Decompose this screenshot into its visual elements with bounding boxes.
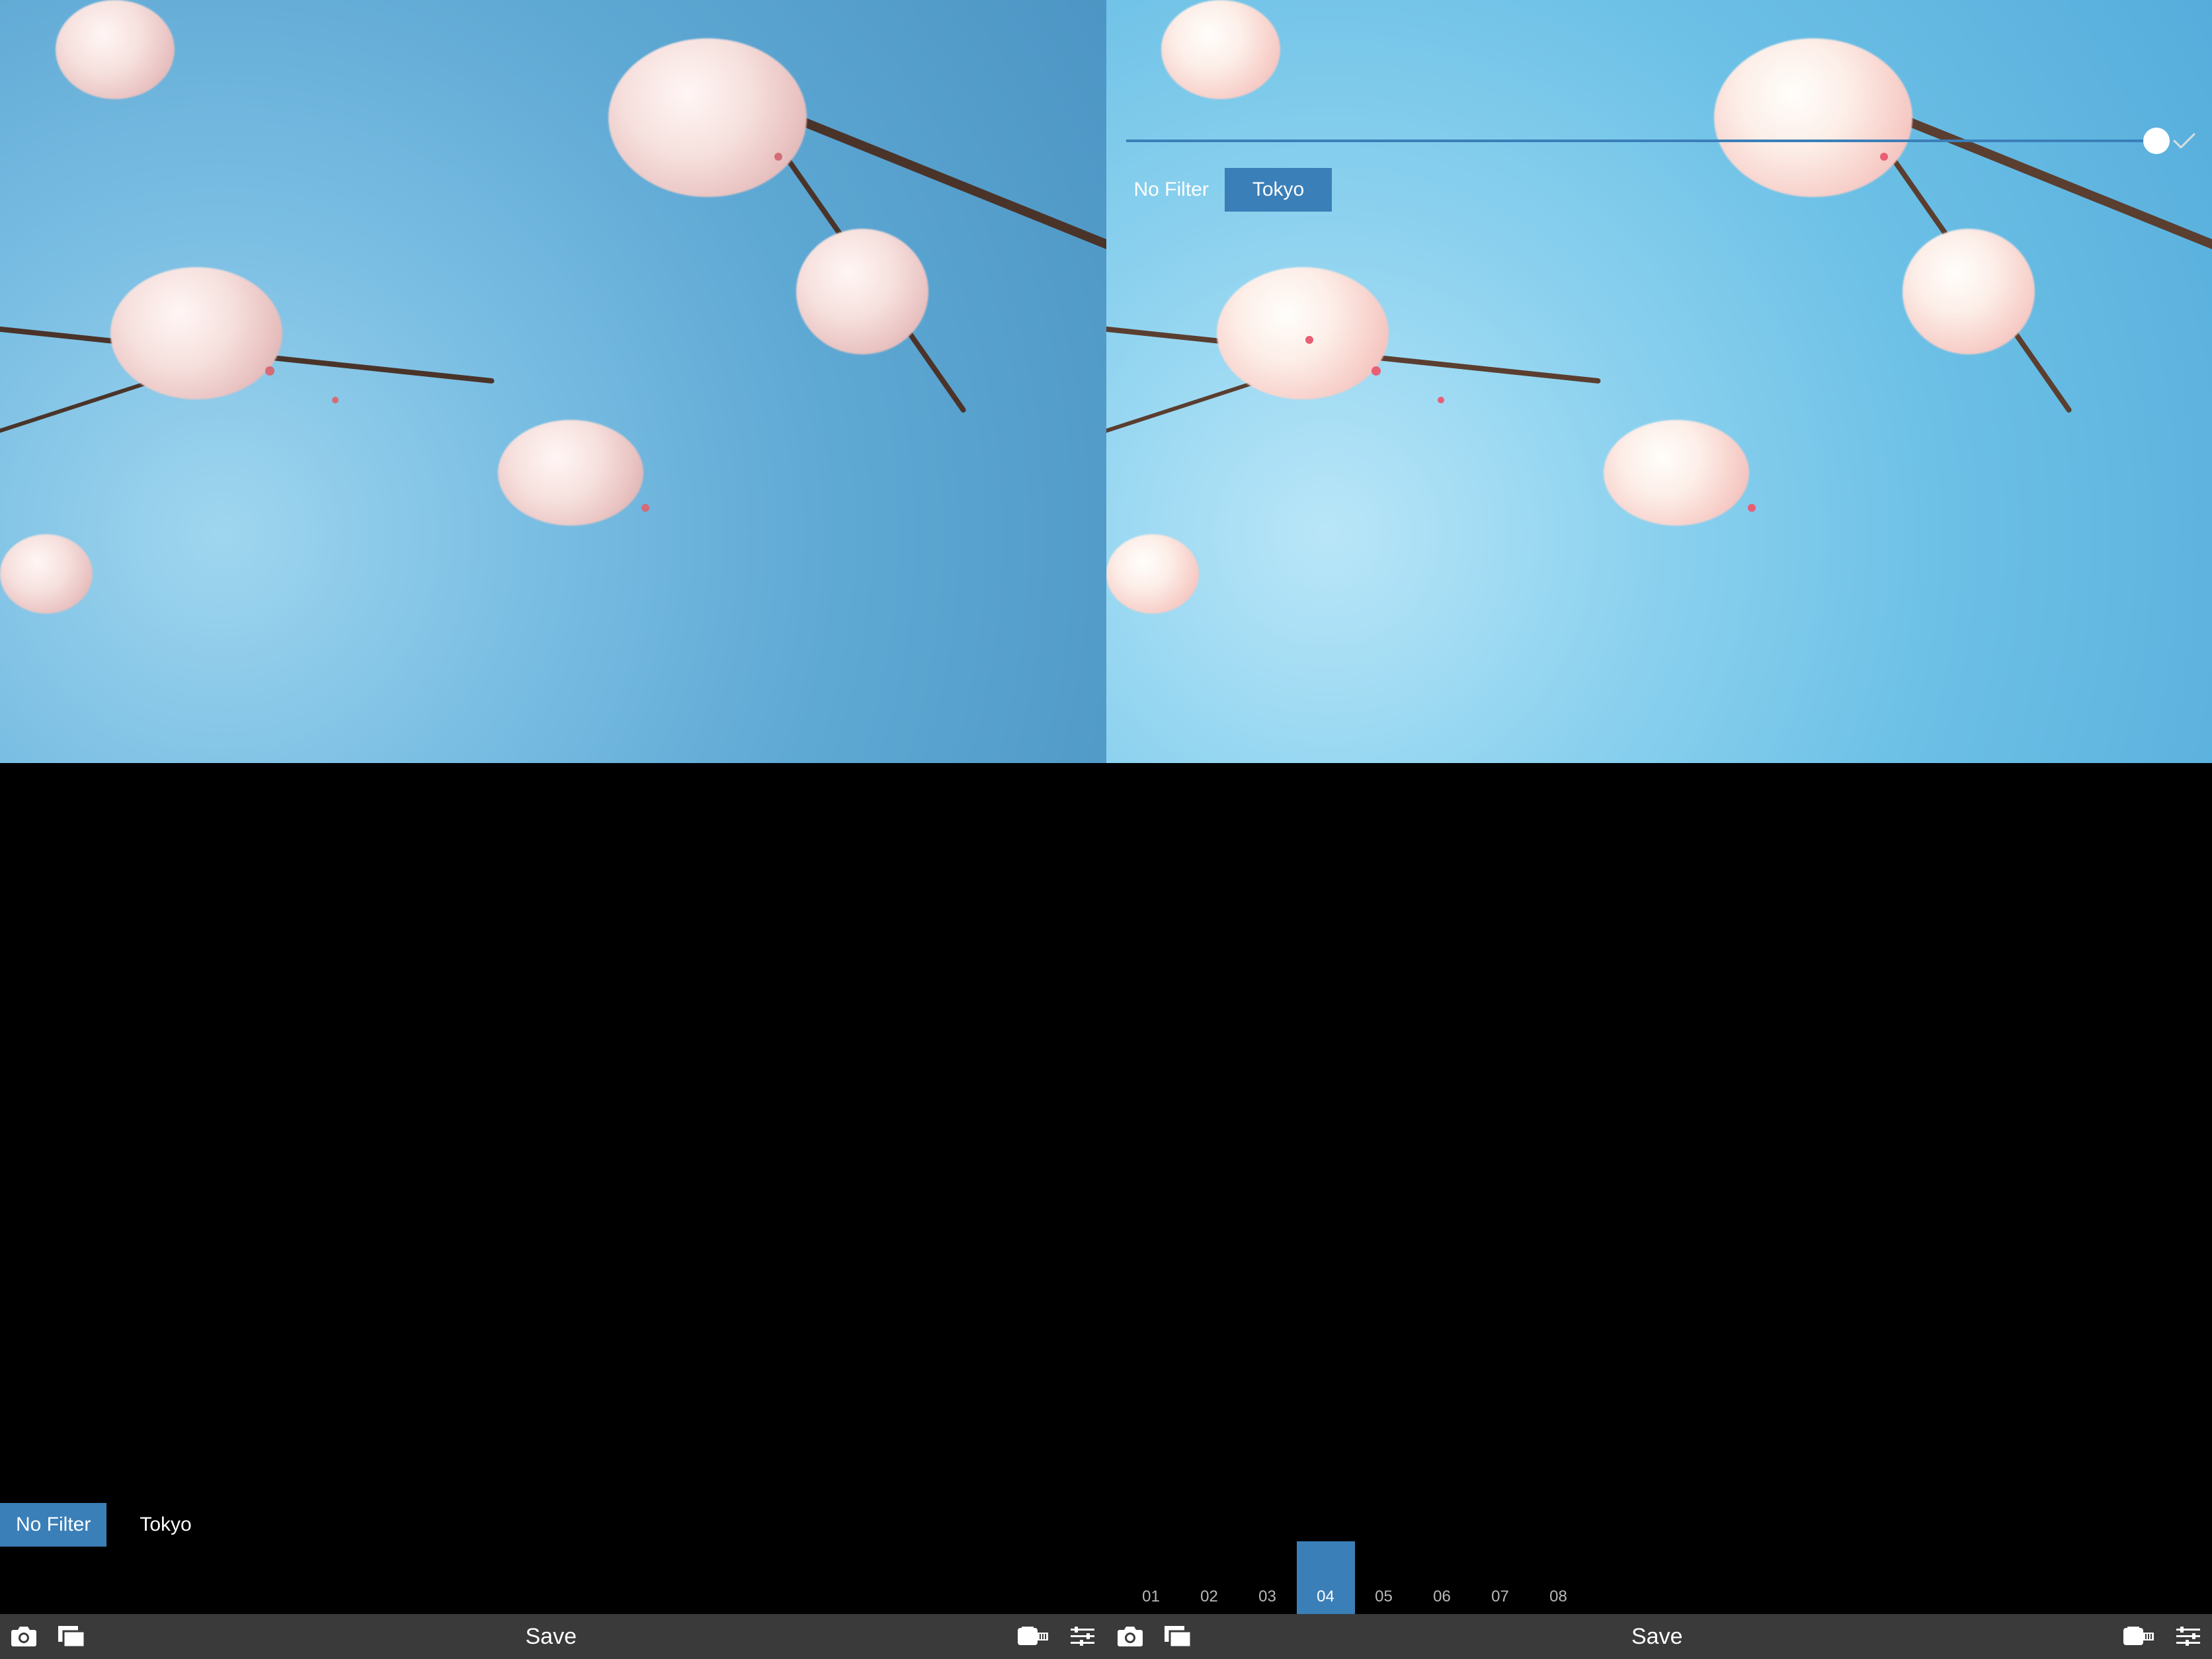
subfilter-label: 04 (1317, 1582, 1334, 1614)
bottom-toolbar: Save (1106, 1614, 2212, 1659)
subfilter-02[interactable]: 02 (1180, 1582, 1239, 1614)
confirm-button[interactable] (2164, 132, 2204, 149)
app-root: No Filter Tokyo Save (0, 0, 2212, 1659)
library-button[interactable] (48, 1614, 95, 1659)
adjustments-button[interactable] (1059, 1614, 1106, 1659)
stack-icon (1165, 1626, 1191, 1647)
stack-icon (58, 1626, 85, 1647)
subfilter-label: 01 (1142, 1582, 1160, 1614)
film-button[interactable] (2113, 1614, 2164, 1659)
filter-tokyo[interactable]: Tokyo (124, 1503, 207, 1547)
filter-category-row[interactable]: No Filter Tokyo (1118, 168, 2212, 212)
intensity-slider-row (1126, 132, 2205, 149)
subfilter-07[interactable]: 07 (1471, 1582, 1530, 1614)
filter-no-filter[interactable]: No Filter (1118, 168, 1225, 212)
film-roll-icon (2123, 1627, 2154, 1646)
subfilter-03[interactable]: 03 (1239, 1582, 1297, 1614)
camera-button[interactable] (0, 1614, 48, 1659)
subfilter-08[interactable]: 08 (1530, 1582, 1588, 1614)
save-button[interactable]: Save (95, 1624, 1007, 1650)
film-button[interactable] (1007, 1614, 1059, 1659)
library-button[interactable] (1154, 1614, 1202, 1659)
filter-no-filter[interactable]: No Filter (0, 1503, 106, 1547)
subfilter-label: 02 (1200, 1582, 1218, 1614)
right-mid-area: No Filter Tokyo 01 02 03 04 05 06 07 08 (1106, 0, 2212, 1659)
subfilter-06[interactable]: 06 (1413, 1582, 1471, 1614)
subfilter-label: 08 (1549, 1582, 1567, 1614)
camera-icon (1118, 1627, 1143, 1646)
save-button[interactable]: Save (1202, 1624, 2113, 1650)
subfilter-label: 06 (1433, 1582, 1451, 1614)
sliders-icon (2176, 1627, 2200, 1646)
subfilter-label: 03 (1258, 1582, 1276, 1614)
film-roll-icon (1018, 1627, 1048, 1646)
camera-button[interactable] (1106, 1614, 1154, 1659)
bottom-toolbar: Save (0, 1614, 1106, 1659)
subfilter-label: 05 (1375, 1582, 1393, 1614)
subfilter-label: 07 (1491, 1582, 1509, 1614)
right-pane: No Filter Tokyo 01 02 03 04 05 06 07 08 … (1106, 0, 2212, 1659)
intensity-slider[interactable] (1126, 140, 2157, 142)
subfilter-row[interactable]: 01 02 03 04 05 06 07 08 (1122, 1541, 2212, 1614)
left-pane: No Filter Tokyo Save (0, 0, 1106, 1659)
filter-category-row[interactable]: No Filter Tokyo (0, 1503, 1106, 1547)
subfilter-04[interactable]: 04 (1297, 1541, 1355, 1614)
filter-tokyo[interactable]: Tokyo (1225, 168, 1332, 212)
left-mid-area: No Filter Tokyo (0, 0, 1106, 1659)
slider-thumb[interactable] (2143, 128, 2170, 154)
sliders-icon (1071, 1627, 1094, 1646)
camera-icon (11, 1627, 36, 1646)
check-icon (2173, 132, 2195, 149)
subfilter-01[interactable]: 01 (1122, 1582, 1180, 1614)
subfilter-05[interactable]: 05 (1355, 1582, 1413, 1614)
adjustments-button[interactable] (2164, 1614, 2212, 1659)
